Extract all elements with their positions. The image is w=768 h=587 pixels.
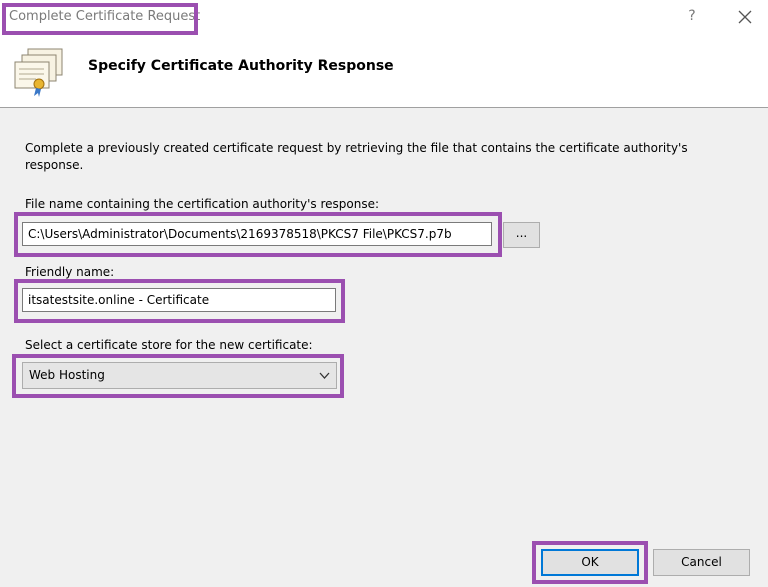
- friendly-name-input[interactable]: itsatestsite.online - Certificate: [22, 288, 336, 312]
- file-name-input[interactable]: C:\Users\Administrator\Documents\2169378…: [22, 222, 492, 246]
- certificate-store-label: Select a certificate store for the new c…: [25, 338, 313, 352]
- help-button[interactable]: ?: [684, 8, 700, 26]
- close-icon: [738, 10, 752, 24]
- wizard-header: Specify Certificate Authority Response: [0, 36, 768, 108]
- cancel-button[interactable]: Cancel: [653, 549, 750, 576]
- page-title: Specify Certificate Authority Response: [88, 58, 394, 74]
- certificate-store-dropdown[interactable]: Web Hosting: [22, 362, 337, 389]
- ok-button[interactable]: OK: [541, 549, 639, 576]
- friendly-name-label: Friendly name:: [25, 265, 115, 279]
- file-name-label: File name containing the certification a…: [25, 197, 380, 211]
- window-title: Complete Certificate Request: [9, 9, 201, 24]
- certificate-stack-icon: [8, 46, 66, 98]
- chevron-down-icon: [319, 372, 330, 379]
- close-button[interactable]: [734, 6, 756, 28]
- title-bar: Complete Certificate Request ?: [0, 0, 768, 36]
- certificate-store-value: Web Hosting: [29, 368, 105, 382]
- browse-button[interactable]: ...: [503, 222, 540, 248]
- description-text: Complete a previously created certificat…: [25, 141, 688, 172]
